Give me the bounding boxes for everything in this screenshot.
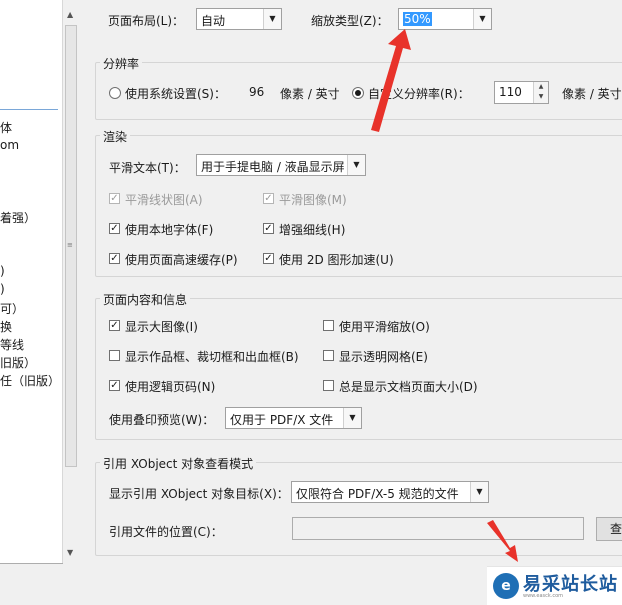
annotation-arrows (371, 29, 518, 562)
brand-logo-icon: e (493, 573, 519, 599)
brand-url: www.easck.com (523, 593, 564, 599)
site-watermark: e 易采站长站 www.easck.com (487, 566, 622, 605)
red-arrow-up-icon (371, 29, 411, 132)
red-arrow-down-icon (487, 520, 518, 562)
